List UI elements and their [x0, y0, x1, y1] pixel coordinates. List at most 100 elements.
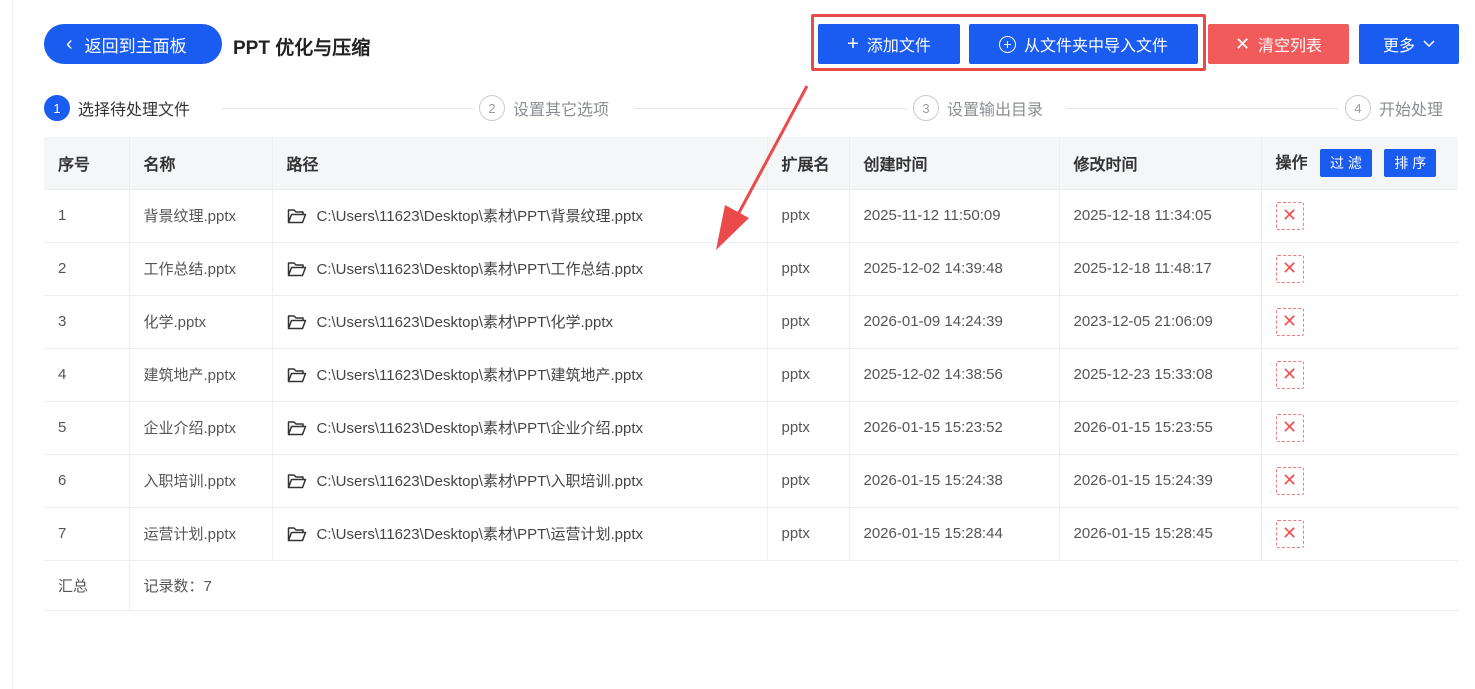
row-ext: pptx: [766, 348, 849, 402]
col-modified-header: 修改时间: [1058, 137, 1261, 190]
add-file-button[interactable]: + 添加文件: [818, 24, 960, 64]
step-1: 1 选择待处理文件: [44, 95, 191, 121]
row-index: 5: [44, 401, 129, 455]
row-index: 2: [44, 242, 129, 296]
row-ext: pptx: [766, 507, 849, 561]
table-header-row: 序号 名称 路径 扩展名 创建时间 修改时间 操作 过 滤 排 序: [44, 137, 1458, 190]
row-modified: 2026-01-15 15:24:39: [1058, 454, 1261, 508]
row-actions: ✕: [1260, 401, 1458, 455]
table-row[interactable]: 4 建筑地产.pptx C:\Users\11623\Desktop\素材\PPT\…: [44, 348, 1458, 402]
row-index: 7: [44, 507, 129, 561]
filter-button[interactable]: 过 滤: [1319, 148, 1372, 177]
step-number: 4: [1345, 95, 1371, 121]
table-row[interactable]: 7 运营计划.pptx C:\Users\11623\Desktop\素材\PPT\…: [44, 507, 1458, 561]
col-name-header: 名称: [128, 137, 272, 190]
step-label: 选择待处理文件: [78, 102, 191, 119]
row-name: 背景纹理.pptx: [128, 189, 272, 243]
table-row[interactable]: 2 工作总结.pptx C:\Users\11623\Desktop\素材\PPT\…: [44, 242, 1458, 296]
row-actions: ✕: [1260, 507, 1458, 561]
row-name: 工作总结.pptx: [128, 242, 272, 296]
chevron-down-icon: [1423, 40, 1435, 48]
delete-row-icon[interactable]: ✕: [1275, 360, 1304, 389]
row-path: C:\Users\11623\Desktop\素材\PPT\建筑地产.pptx: [271, 348, 767, 402]
col-actions-header: 操作 过 滤 排 序: [1260, 137, 1458, 190]
file-table: 序号 名称 路径 扩展名 创建时间 修改时间 操作 过 滤 排 序 1 背景纹理.…: [44, 137, 1458, 611]
table-row[interactable]: 5 企业介绍.pptx C:\Users\11623\Desktop\素材\PPT\…: [44, 401, 1458, 455]
step-number: 3: [913, 95, 939, 121]
folder-open-icon: [287, 421, 306, 436]
actions-label: 操作: [1275, 154, 1308, 172]
page-title: PPT 优化与压缩: [233, 38, 371, 59]
path-text: C:\Users\11623\Desktop\素材\PPT\运营计划.pptx: [316, 526, 644, 543]
row-created: 2025-12-02 14:39:48: [848, 242, 1059, 296]
clear-list-label: 清空列表: [1258, 38, 1323, 55]
row-index: 6: [44, 454, 129, 508]
clear-list-button[interactable]: ✕ 清空列表: [1208, 24, 1349, 64]
row-actions: ✕: [1260, 295, 1458, 349]
step-number: 2: [479, 95, 505, 121]
summary-label: 汇总: [44, 560, 129, 611]
step-number: 1: [44, 95, 70, 121]
row-modified: 2026-01-15 15:23:55: [1058, 401, 1261, 455]
summary-row: 汇总 记录数：7: [44, 560, 1458, 611]
step-label: 设置其它选项: [513, 102, 610, 119]
circle-plus-icon: +: [998, 35, 1016, 53]
row-ext: pptx: [766, 189, 849, 243]
row-name: 运营计划.pptx: [128, 507, 272, 561]
add-file-label: 添加文件: [866, 38, 931, 55]
step-2: 2 设置其它选项: [479, 95, 610, 121]
row-modified: 2025-12-18 11:48:17: [1058, 242, 1261, 296]
row-modified: 2026-01-15 15:28:45: [1058, 507, 1261, 561]
sort-button[interactable]: 排 序: [1384, 148, 1437, 177]
row-created: 2026-01-09 14:24:39: [848, 295, 1059, 349]
folder-open-icon: [287, 368, 306, 383]
step-3: 3 设置输出目录: [913, 95, 1044, 121]
path-text: C:\Users\11623\Desktop\素材\PPT\入职培训.pptx: [316, 473, 644, 490]
import-folder-button[interactable]: + 从文件夹中导入文件: [969, 24, 1198, 64]
row-ext: pptx: [766, 401, 849, 455]
delete-row-icon[interactable]: ✕: [1275, 413, 1304, 442]
row-path: C:\Users\11623\Desktop\素材\PPT\工作总结.pptx: [271, 242, 767, 296]
row-index: 3: [44, 295, 129, 349]
col-index-header: 序号: [44, 137, 129, 190]
row-created: 2026-01-15 15:24:38: [848, 454, 1059, 508]
more-button[interactable]: 更多: [1359, 24, 1459, 64]
record-count: 记录数：7: [128, 560, 1458, 611]
plus-icon: +: [847, 33, 859, 55]
row-created: 2026-01-15 15:28:44: [848, 507, 1059, 561]
delete-row-icon[interactable]: ✕: [1275, 307, 1304, 336]
row-created: 2025-11-12 11:50:09: [848, 189, 1059, 243]
folder-open-icon: [287, 262, 306, 277]
delete-row-icon[interactable]: ✕: [1275, 201, 1304, 230]
path-text: C:\Users\11623\Desktop\素材\PPT\工作总结.pptx: [316, 261, 644, 278]
table-row[interactable]: 3 化学.pptx C:\Users\11623\Desktop\素材\PPT\化学…: [44, 295, 1458, 349]
folder-open-icon: [287, 474, 306, 489]
back-to-main-button[interactable]: ‹ 返回到主面板: [44, 24, 222, 64]
path-text: C:\Users\11623\Desktop\素材\PPT\背景纹理.pptx: [316, 208, 644, 225]
row-name: 化学.pptx: [128, 295, 272, 349]
delete-row-icon[interactable]: ✕: [1275, 254, 1304, 283]
row-ext: pptx: [766, 295, 849, 349]
col-path-header: 路径: [271, 137, 767, 190]
delete-row-icon[interactable]: ✕: [1275, 519, 1304, 548]
row-actions: ✕: [1260, 348, 1458, 402]
row-name: 建筑地产.pptx: [128, 348, 272, 402]
row-path: C:\Users\11623\Desktop\素材\PPT\入职培训.pptx: [271, 454, 767, 508]
delete-row-icon[interactable]: ✕: [1275, 466, 1304, 495]
row-actions: ✕: [1260, 454, 1458, 508]
row-actions: ✕: [1260, 242, 1458, 296]
row-path: C:\Users\11623\Desktop\素材\PPT\背景纹理.pptx: [271, 189, 767, 243]
row-name: 入职培训.pptx: [128, 454, 272, 508]
step-label: 设置输出目录: [947, 102, 1044, 119]
path-text: C:\Users\11623\Desktop\素材\PPT\建筑地产.pptx: [316, 367, 644, 384]
row-modified: 2023-12-05 21:06:09: [1058, 295, 1261, 349]
row-name: 企业介绍.pptx: [128, 401, 272, 455]
row-created: 2025-12-02 14:38:56: [848, 348, 1059, 402]
step-connector: [1066, 108, 1338, 109]
table-row[interactable]: 1 背景纹理.pptx C:\Users\11623\Desktop\素材\PPT\…: [44, 189, 1458, 243]
row-modified: 2025-12-23 15:33:08: [1058, 348, 1261, 402]
step-progress: 1 选择待处理文件 2 设置其它选项 3 设置输出目录 4 开始处理: [44, 95, 1459, 127]
table-row[interactable]: 6 入职培训.pptx C:\Users\11623\Desktop\素材\PPT\…: [44, 454, 1458, 508]
row-modified: 2025-12-18 11:34:05: [1058, 189, 1261, 243]
row-index: 4: [44, 348, 129, 402]
